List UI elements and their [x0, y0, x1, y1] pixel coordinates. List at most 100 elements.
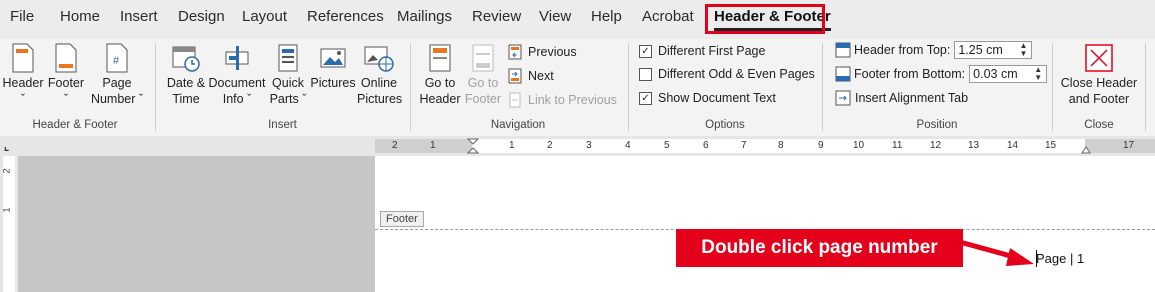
- chevron-down-icon: ˇ: [243, 92, 252, 106]
- header-from-top-input[interactable]: 1.25 cm ▲ ▼: [954, 41, 1033, 59]
- checkbox-checked: ✓: [639, 44, 652, 58]
- document-info-button[interactable]: Document Info ˇ: [207, 43, 267, 107]
- goto-header-label-2: Header: [419, 92, 461, 106]
- ruler-number: 12: [930, 140, 942, 151]
- goto-footer-button[interactable]: Go to Footer: [462, 43, 504, 107]
- ruler-number: 13: [968, 140, 980, 151]
- pictures-button[interactable]: Pictures: [309, 43, 357, 91]
- goto-header-button[interactable]: Go to Header: [417, 43, 463, 107]
- document-page[interactable]: [375, 156, 1155, 292]
- goto-footer-label-2: Footer: [464, 92, 502, 106]
- vertical-ruler-white: [3, 156, 15, 292]
- goto-header-icon: [429, 44, 451, 72]
- tab-review[interactable]: Review: [472, 8, 521, 25]
- ribbon: Header ˇ Footer ˇ # Page Number ˇ Header & …: [0, 39, 1155, 137]
- online-pictures-button[interactable]: Online Pictures: [357, 43, 403, 107]
- online-pictures-label-2: Pictures: [357, 92, 403, 106]
- tab-selector-icon[interactable]: ⌞: [4, 140, 9, 153]
- tab-mailings[interactable]: Mailings: [397, 8, 452, 25]
- tab-acrobat[interactable]: Acrobat: [642, 8, 694, 25]
- quick-parts-icon: [278, 44, 298, 72]
- header-position-icon: [835, 42, 851, 58]
- insert-alignment-tab-button[interactable]: Insert Alignment Tab: [835, 90, 968, 106]
- show-document-text-checkbox[interactable]: ✓ Show Document Text: [639, 91, 776, 105]
- page-number-button[interactable]: # Page Number ˇ: [88, 43, 146, 107]
- next-icon: [508, 68, 522, 84]
- previous-button[interactable]: Previous: [508, 44, 577, 60]
- pictures-icon: [320, 48, 346, 68]
- chevron-down-icon: ˇ: [298, 92, 307, 106]
- group-label-position: Position: [916, 119, 958, 131]
- different-first-page-checkbox[interactable]: ✓ Different First Page: [639, 44, 765, 58]
- footer-from-bottom-label: Footer from Bottom:: [854, 67, 966, 81]
- tab-design[interactable]: Design: [178, 8, 225, 25]
- spinner-arrows-icon[interactable]: ▲ ▼: [1019, 42, 1027, 58]
- date-time-button[interactable]: Date & Time: [163, 43, 209, 107]
- link-to-previous-button[interactable]: Link to Previous: [508, 92, 617, 108]
- indent-marker-icon[interactable]: [467, 138, 479, 154]
- ruler-number: 10: [853, 140, 865, 151]
- ruler-number: 5: [664, 140, 670, 151]
- group-label-navigation: Navigation: [490, 119, 546, 131]
- spinner-arrows-icon[interactable]: ▲ ▼: [1034, 66, 1042, 82]
- alignment-tab-icon: [835, 90, 851, 106]
- ruler-number: 8: [778, 140, 784, 151]
- footer-from-bottom-input[interactable]: 0.03 cm ▲ ▼: [969, 65, 1048, 83]
- ruler-number: 11: [892, 140, 903, 151]
- quick-parts-label-2: Parts: [269, 92, 299, 106]
- footer-position-icon: [835, 66, 851, 82]
- footer-button[interactable]: Footer ˇ: [46, 43, 86, 107]
- ruler-number: 14: [1007, 140, 1019, 151]
- page-number-icon: #: [106, 43, 128, 73]
- right-indent-marker-icon[interactable]: [1081, 142, 1091, 154]
- chevron-down-icon: ˇ: [63, 92, 69, 106]
- footer-icon: [55, 43, 77, 73]
- show-document-text-label: Show Document Text: [658, 91, 776, 105]
- quick-parts-label-1: Quick: [272, 76, 304, 90]
- document-info-label-2: Info: [222, 92, 244, 106]
- tab-help[interactable]: Help: [591, 8, 622, 25]
- group-label-close: Close: [1084, 119, 1114, 131]
- group-label-insert: Insert: [268, 119, 297, 131]
- tab-file[interactable]: File: [10, 8, 34, 25]
- goto-footer-label-1: Go to: [467, 76, 499, 90]
- next-button[interactable]: Next: [508, 68, 554, 84]
- group-separator: [1052, 43, 1053, 131]
- group-label-header-footer: Header & Footer: [32, 119, 118, 131]
- header-from-top-row: Header from Top: 1.25 cm ▲ ▼: [835, 41, 1033, 59]
- ruler-left-margin: [375, 139, 472, 153]
- svg-text:#: #: [113, 55, 120, 67]
- ruler-number: 15: [1045, 140, 1057, 151]
- group-separator: [155, 43, 156, 131]
- header-button[interactable]: Header ˇ: [2, 43, 44, 107]
- tab-home[interactable]: Home: [60, 8, 100, 25]
- group-label-options: Options: [705, 119, 745, 131]
- online-pictures-icon: [364, 46, 394, 72]
- chevron-down-icon: ˇ: [20, 92, 26, 106]
- pictures-label: Pictures: [310, 76, 356, 90]
- tab-insert[interactable]: Insert: [120, 8, 158, 25]
- page-number-label-2: Number: [90, 92, 136, 106]
- ruler-number: 9: [818, 140, 824, 151]
- group-separator: [822, 43, 823, 131]
- quick-parts-button[interactable]: Quick Parts ˇ: [268, 43, 308, 107]
- footer-tag: Footer: [380, 211, 424, 227]
- close-header-footer-button[interactable]: Close Header and Footer: [1057, 43, 1141, 107]
- ruler-white-area: [375, 139, 1155, 153]
- page-number-label-1: Page: [102, 76, 132, 90]
- calendar-clock-icon: [172, 46, 200, 72]
- footer-label: Footer: [47, 76, 85, 90]
- footer-from-bottom-row: Footer from Bottom: 0.03 cm ▲ ▼: [835, 65, 1048, 83]
- tab-view[interactable]: View: [539, 8, 571, 25]
- tab-references[interactable]: References: [307, 8, 384, 25]
- header-label: Header: [2, 76, 44, 90]
- page-number-field[interactable]: Page | 1: [1036, 251, 1084, 266]
- chevron-down-icon: ˇ: [135, 92, 144, 106]
- group-separator: [410, 43, 411, 131]
- different-first-page-label: Different First Page: [658, 44, 766, 58]
- close-icon: [1085, 44, 1113, 72]
- group-separator: [628, 43, 629, 131]
- different-odd-even-checkbox[interactable]: Different Odd & Even Pages: [639, 67, 815, 81]
- tab-layout[interactable]: Layout: [242, 8, 287, 25]
- close-label-2: and Footer: [1068, 92, 1130, 106]
